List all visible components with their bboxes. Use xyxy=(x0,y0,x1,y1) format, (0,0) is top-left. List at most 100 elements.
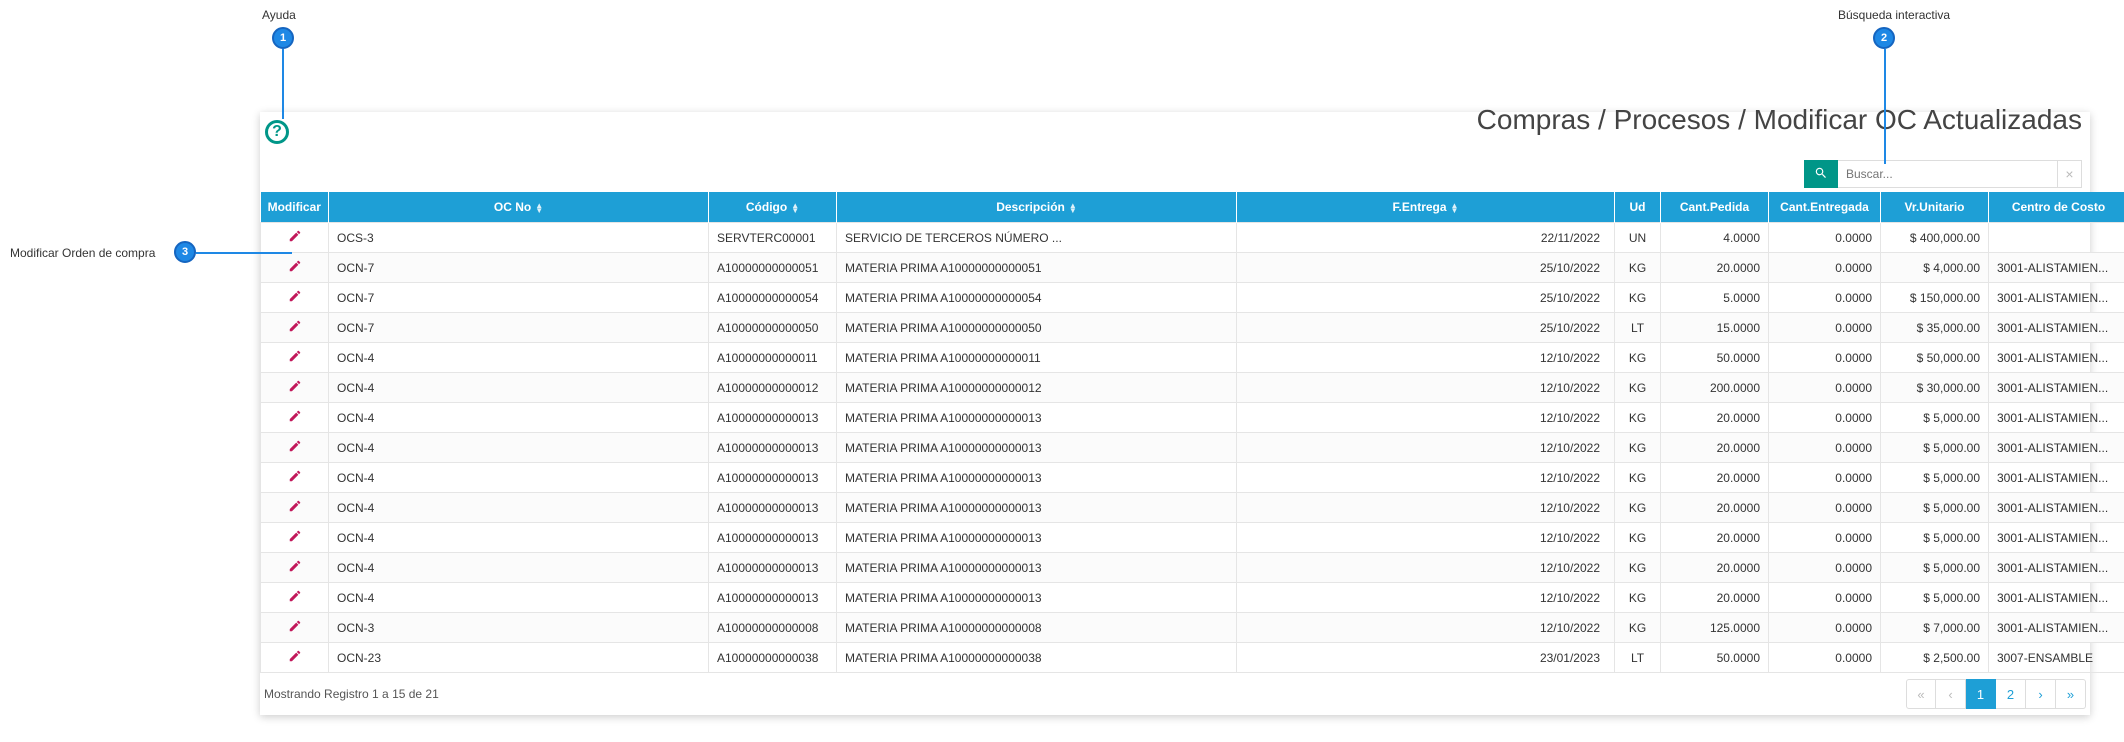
edit-icon[interactable] xyxy=(288,289,302,306)
page-1[interactable]: 1 xyxy=(1966,679,1996,709)
edit-icon[interactable] xyxy=(288,349,302,366)
table-footer: Mostrando Registro 1 a 15 de 21 « ‹ 1 2 … xyxy=(260,673,2090,709)
cell-codigo: A10000000000050 xyxy=(709,313,837,343)
sort-icon: ▲▼ xyxy=(1451,203,1459,213)
cell-codigo: SERVTERC00001 xyxy=(709,223,837,253)
edit-icon[interactable] xyxy=(288,469,302,486)
cell-descripcion: MATERIA PRIMA A10000000000013 xyxy=(837,433,1237,463)
table-row: OCN-7A10000000000050MATERIA PRIMA A10000… xyxy=(261,313,2124,343)
callout-badge-1: 1 xyxy=(272,27,294,49)
cell-ud: KG xyxy=(1615,373,1661,403)
cell-ocno: OCN-4 xyxy=(329,553,709,583)
edit-icon[interactable] xyxy=(288,589,302,606)
col-modificar: Modificar xyxy=(261,192,329,223)
page-next[interactable]: › xyxy=(2026,679,2056,709)
edit-icon[interactable] xyxy=(288,229,302,246)
cell-descripcion: MATERIA PRIMA A10000000000051 xyxy=(837,253,1237,283)
cell-cantentregada: 0.0000 xyxy=(1769,313,1881,343)
pagination: « ‹ 1 2 › » xyxy=(1906,679,2086,709)
cell-cantpedida: 5.0000 xyxy=(1661,283,1769,313)
cell-cantentregada: 0.0000 xyxy=(1769,223,1881,253)
callout-label-busqueda: Búsqueda interactiva xyxy=(1838,8,1950,22)
cell-ocno: OCN-4 xyxy=(329,463,709,493)
cell-descripcion: MATERIA PRIMA A10000000000013 xyxy=(837,403,1237,433)
cell-ocno: OCN-3 xyxy=(329,613,709,643)
search-button[interactable] xyxy=(1804,160,1838,188)
cell-ud: KG xyxy=(1615,463,1661,493)
col-fentrega[interactable]: F.Entrega▲▼ xyxy=(1237,192,1615,223)
edit-icon[interactable] xyxy=(288,499,302,516)
cell-fentrega: 12/10/2022 xyxy=(1237,523,1615,553)
cell-cantpedida: 15.0000 xyxy=(1661,313,1769,343)
cell-fentrega: 25/10/2022 xyxy=(1237,253,1615,283)
cell-cantpedida: 50.0000 xyxy=(1661,343,1769,373)
cell-centrocosto: 3001-ALISTAMIEN... xyxy=(1989,253,2124,283)
breadcrumb: Compras / Procesos / Modificar OC Actual… xyxy=(1477,104,2082,136)
records-info: Mostrando Registro 1 a 15 de 21 xyxy=(264,687,439,701)
cell-vrunitario: $ 30,000.00 xyxy=(1881,373,1989,403)
sort-icon: ▲▼ xyxy=(791,203,799,213)
cell-vrunitario: $ 5,000.00 xyxy=(1881,553,1989,583)
callout-badge-3: 3 xyxy=(174,241,196,263)
edit-icon[interactable] xyxy=(288,319,302,336)
cell-cantpedida: 200.0000 xyxy=(1661,373,1769,403)
col-centrocosto: Centro de Costo xyxy=(1989,192,2124,223)
cell-vrunitario: $ 4,000.00 xyxy=(1881,253,1989,283)
cell-codigo: A10000000000051 xyxy=(709,253,837,283)
edit-icon[interactable] xyxy=(288,409,302,426)
search-icon xyxy=(1814,166,1828,183)
cell-cantentregada: 0.0000 xyxy=(1769,553,1881,583)
cell-fentrega: 22/11/2022 xyxy=(1237,223,1615,253)
table-row: OCN-4A10000000000012MATERIA PRIMA A10000… xyxy=(261,373,2124,403)
cell-fentrega: 12/10/2022 xyxy=(1237,463,1615,493)
cell-ocno: OCN-7 xyxy=(329,253,709,283)
cell-vrunitario: $ 5,000.00 xyxy=(1881,493,1989,523)
cell-centrocosto: 3001-ALISTAMIEN... xyxy=(1989,403,2124,433)
callout-line-3 xyxy=(196,252,292,254)
help-icon[interactable]: ? xyxy=(265,120,289,144)
cell-ud: LT xyxy=(1615,643,1661,673)
cell-ud: KG xyxy=(1615,553,1661,583)
cell-ocno: OCN-4 xyxy=(329,523,709,553)
close-icon: × xyxy=(2065,166,2073,182)
edit-icon[interactable] xyxy=(288,439,302,456)
search-input[interactable] xyxy=(1838,160,2058,188)
table-row: OCN-7A10000000000054MATERIA PRIMA A10000… xyxy=(261,283,2124,313)
cell-ud: KG xyxy=(1615,433,1661,463)
cell-cantentregada: 0.0000 xyxy=(1769,283,1881,313)
main-panel: Compras / Procesos / Modificar OC Actual… xyxy=(260,112,2090,715)
cell-codigo: A10000000000038 xyxy=(709,643,837,673)
cell-ocno: OCS-3 xyxy=(329,223,709,253)
cell-centrocosto: 3001-ALISTAMIEN... xyxy=(1989,493,2124,523)
cell-fentrega: 12/10/2022 xyxy=(1237,613,1615,643)
col-codigo[interactable]: Código▲▼ xyxy=(709,192,837,223)
edit-icon[interactable] xyxy=(288,259,302,276)
col-descripcion[interactable]: Descripción▲▼ xyxy=(837,192,1237,223)
cell-vrunitario: $ 5,000.00 xyxy=(1881,463,1989,493)
cell-descripcion: MATERIA PRIMA A10000000000013 xyxy=(837,553,1237,583)
cell-cantpedida: 20.0000 xyxy=(1661,463,1769,493)
sort-icon: ▲▼ xyxy=(535,203,543,213)
cell-codigo: A10000000000013 xyxy=(709,523,837,553)
search-clear-button[interactable]: × xyxy=(2058,160,2082,188)
edit-icon[interactable] xyxy=(288,379,302,396)
cell-cantpedida: 50.0000 xyxy=(1661,643,1769,673)
col-ud: Ud xyxy=(1615,192,1661,223)
page-first[interactable]: « xyxy=(1906,679,1936,709)
page-last[interactable]: » xyxy=(2056,679,2086,709)
cell-cantentregada: 0.0000 xyxy=(1769,643,1881,673)
cell-descripcion: MATERIA PRIMA A10000000000012 xyxy=(837,373,1237,403)
edit-icon[interactable] xyxy=(288,649,302,666)
cell-descripcion: MATERIA PRIMA A10000000000013 xyxy=(837,463,1237,493)
page-prev[interactable]: ‹ xyxy=(1936,679,1966,709)
cell-descripcion: SERVICIO DE TERCEROS NÚMERO ... xyxy=(837,223,1237,253)
table-row: OCN-4A10000000000013MATERIA PRIMA A10000… xyxy=(261,583,2124,613)
page-2[interactable]: 2 xyxy=(1996,679,2026,709)
edit-icon[interactable] xyxy=(288,619,302,636)
cell-ocno: OCN-7 xyxy=(329,313,709,343)
cell-cantpedida: 4.0000 xyxy=(1661,223,1769,253)
edit-icon[interactable] xyxy=(288,559,302,576)
col-ocno[interactable]: OC No▲▼ xyxy=(329,192,709,223)
cell-ocno: OCN-4 xyxy=(329,403,709,433)
edit-icon[interactable] xyxy=(288,529,302,546)
